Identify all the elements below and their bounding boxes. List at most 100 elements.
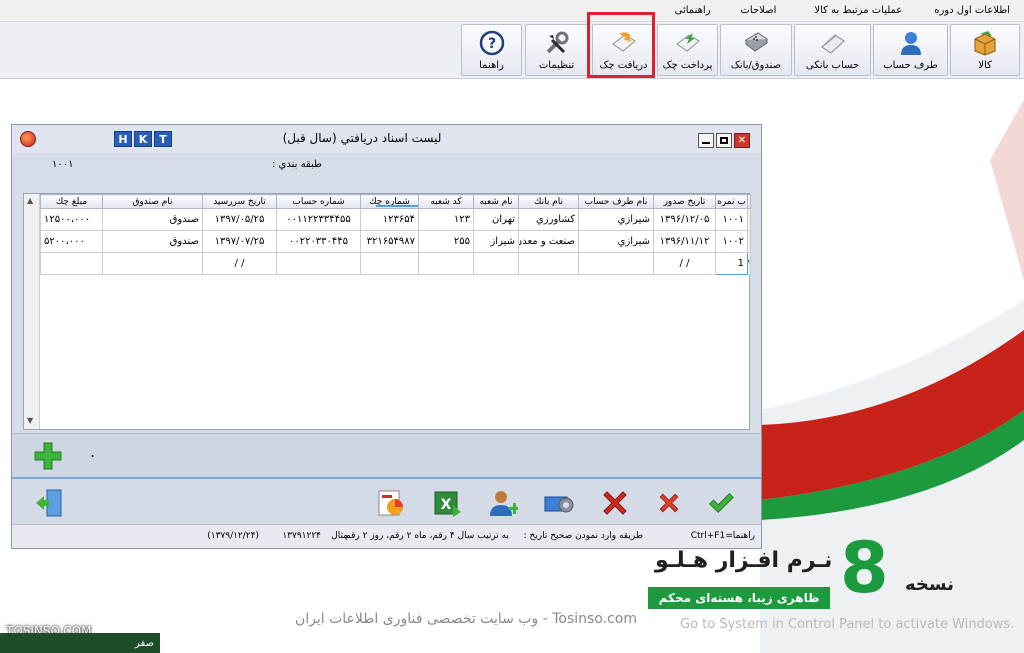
- menu-item-corrections[interactable]: اصلاحات: [728, 5, 788, 16]
- close-button[interactable]: ✕: [734, 133, 750, 148]
- add-user-button[interactable]: [486, 487, 520, 519]
- maximize-button[interactable]: [716, 133, 732, 148]
- scroll-up-icon[interactable]: ▲: [27, 196, 33, 205]
- excel-export-button[interactable]: X: [430, 487, 464, 519]
- cell-check-no[interactable]: ۳۲۱۶۵۴۹۸۷: [360, 230, 419, 253]
- settings-button[interactable]: تنظیمات: [525, 24, 588, 76]
- cell-amount[interactable]: [40, 252, 103, 275]
- promo-subtitle: ظاهری زیبا، هسته‌ای محکم: [648, 587, 830, 609]
- cell-bank-name[interactable]: صنعت و معدن: [518, 230, 579, 253]
- confirm-button[interactable]: [704, 487, 738, 519]
- cell-amount[interactable]: ۵۲۰۰،۰۰۰: [40, 230, 103, 253]
- cell-due-date[interactable]: / /: [202, 252, 277, 275]
- taskbar[interactable]: صفر: [0, 633, 160, 653]
- cell-branch-code[interactable]: ۱۲۳: [418, 208, 474, 231]
- table-row[interactable]: ۱۲۵۰۰،۰۰۰ صندوق ۱۳۹۷/۰۵/۲۵ ۰۰۱۱۲۲۳۳۴۴۵۵ …: [40, 208, 751, 231]
- chart-report-icon: [378, 490, 403, 516]
- receive-check-button[interactable]: دریافت چک: [592, 24, 655, 76]
- menu-item-help[interactable]: راهنمائی: [663, 5, 723, 16]
- menu-item-opening[interactable]: اطلاعات اول دوره: [922, 5, 1022, 16]
- menu-item-goods[interactable]: عملیات مرتبط به کالا: [802, 5, 914, 16]
- cell-party-name[interactable]: شيرازي: [578, 208, 654, 231]
- promo-version-label: نسخه: [905, 574, 954, 595]
- cell-number[interactable]: ۱۰۰۲: [715, 230, 748, 253]
- cell-party-name[interactable]: [578, 252, 654, 275]
- user-icon: [896, 29, 926, 57]
- site-watermark: Tosinso.com - وب سایت تخصصی فناوری اطلاع…: [295, 611, 637, 627]
- calculator-icon: [741, 29, 771, 57]
- cell-amount[interactable]: ۱۲۵۰۰،۰۰۰: [40, 208, 103, 231]
- cell-number[interactable]: ۱۰۰۱: [715, 208, 748, 231]
- cash-bank-button[interactable]: صندوق/بانک: [720, 24, 792, 76]
- cell-bank-name[interactable]: كشاورزي: [518, 208, 579, 231]
- gear-card-icon: [544, 496, 574, 513]
- maximize-icon: [720, 137, 728, 144]
- card-icon: [818, 29, 848, 57]
- cell-number[interactable]: 1: [715, 252, 748, 275]
- checks-grid[interactable]: ▲ ▼ مبلغ چك نام صندوق تاريخ سررسيد شماره…: [23, 193, 751, 430]
- col-header-number[interactable]: ب نمره: [715, 194, 748, 209]
- hkt-h-button[interactable]: H: [114, 131, 132, 147]
- cell-issue-date[interactable]: ۱۳۹۶/۱۲/۰۵: [653, 208, 716, 231]
- cell-branch-name[interactable]: [473, 252, 519, 275]
- status-example-label: مثال: [331, 531, 348, 541]
- cell-due-date[interactable]: ۱۳۹۷/۰۷/۲۵: [202, 230, 277, 253]
- app-icon: [20, 131, 36, 147]
- col-header-issue-date[interactable]: تاريخ صدور: [653, 194, 716, 209]
- cell-party-name[interactable]: شيرازي: [578, 230, 654, 253]
- cell-branch-code[interactable]: [418, 252, 474, 275]
- cell-account-no[interactable]: [276, 252, 361, 275]
- help-button[interactable]: ? راهنما: [461, 24, 522, 76]
- goods-button[interactable]: کالا: [950, 24, 1020, 76]
- bank-account-button[interactable]: حساب بانکی: [794, 24, 871, 76]
- cell-due-date[interactable]: ۱۳۹۷/۰۵/۲۵: [202, 208, 277, 231]
- minimize-icon: [702, 142, 710, 144]
- cell-issue-date[interactable]: / /: [653, 252, 716, 275]
- grid-scrollbar[interactable]: ▲ ▼: [24, 194, 40, 429]
- cell-account-no[interactable]: ۰۰۲۲۰۳۳۰۴۴۵: [276, 230, 361, 253]
- col-header-fund[interactable]: نام صندوق: [102, 194, 203, 209]
- col-header-bank-name[interactable]: نام بانك: [518, 194, 579, 209]
- add-bar-dot: .: [90, 442, 96, 461]
- dialog-titlebar[interactable]: H K T لیست اسناد دریافتي (سال قبل) ✕: [12, 125, 761, 153]
- table-row[interactable]: ۵۲۰۰،۰۰۰ صندوق ۱۳۹۷/۰۷/۲۵ ۰۰۲۲۰۳۳۰۴۴۵ ۳۲…: [40, 230, 751, 253]
- col-header-account-no[interactable]: شماره حساب: [276, 194, 361, 209]
- table-row-new[interactable]: / / / / 1 *: [40, 252, 751, 275]
- close-icon: ✕: [737, 135, 747, 146]
- menu-bar: اطلاعات اول دوره عملیات مرتبط به کالا اص…: [0, 0, 1024, 22]
- chart-report-button[interactable]: [374, 487, 408, 519]
- col-header-branch-name[interactable]: نام شعبه: [473, 194, 519, 209]
- cell-issue-date[interactable]: ۱۳۹۶/۱۱/۱۲: [653, 230, 716, 253]
- row-indicator[interactable]: [747, 230, 751, 253]
- col-header-branch-code[interactable]: كد شعبه: [418, 194, 474, 209]
- row-indicator-new[interactable]: *: [747, 252, 751, 275]
- account-party-button[interactable]: طرف حساب: [873, 24, 948, 76]
- minimize-button[interactable]: [698, 133, 714, 148]
- cell-branch-name[interactable]: شيراز: [473, 230, 519, 253]
- cancel-button[interactable]: [652, 487, 686, 519]
- hkt-t-button[interactable]: T: [154, 131, 172, 147]
- settings-action-button[interactable]: [542, 487, 576, 519]
- row-indicator-header: [747, 194, 751, 209]
- scroll-down-icon[interactable]: ▼: [27, 416, 33, 425]
- cell-branch-name[interactable]: تهران: [473, 208, 519, 231]
- cell-fund[interactable]: صندوق: [102, 208, 203, 231]
- cell-bank-name[interactable]: [518, 252, 579, 275]
- cell-check-no[interactable]: [360, 252, 419, 275]
- status-example-value: ۱۳۷۹۱۲۲۴: [282, 531, 321, 541]
- hkt-k-button[interactable]: K: [134, 131, 152, 147]
- promo-title: نـرم افـزار هـلـو: [655, 548, 833, 573]
- col-header-due-date[interactable]: تاريخ سررسيد: [202, 194, 277, 209]
- cell-check-no[interactable]: ۱۲۳۶۵۴: [360, 208, 419, 231]
- col-header-amount[interactable]: مبلغ چك: [40, 194, 103, 209]
- cell-fund[interactable]: صندوق: [102, 230, 203, 253]
- add-button[interactable]: [32, 440, 64, 472]
- row-indicator[interactable]: [747, 208, 751, 231]
- cell-fund[interactable]: [102, 252, 203, 275]
- cell-account-no[interactable]: ۰۰۱۱۲۲۳۳۴۴۵۵: [276, 208, 361, 231]
- delete-all-button[interactable]: [598, 487, 632, 519]
- pay-check-button[interactable]: پرداخت چک: [657, 24, 718, 76]
- cell-branch-code[interactable]: ۲۵۵: [418, 230, 474, 253]
- exit-button[interactable]: [32, 487, 66, 519]
- col-header-party-name[interactable]: نام طرف حساب: [578, 194, 654, 209]
